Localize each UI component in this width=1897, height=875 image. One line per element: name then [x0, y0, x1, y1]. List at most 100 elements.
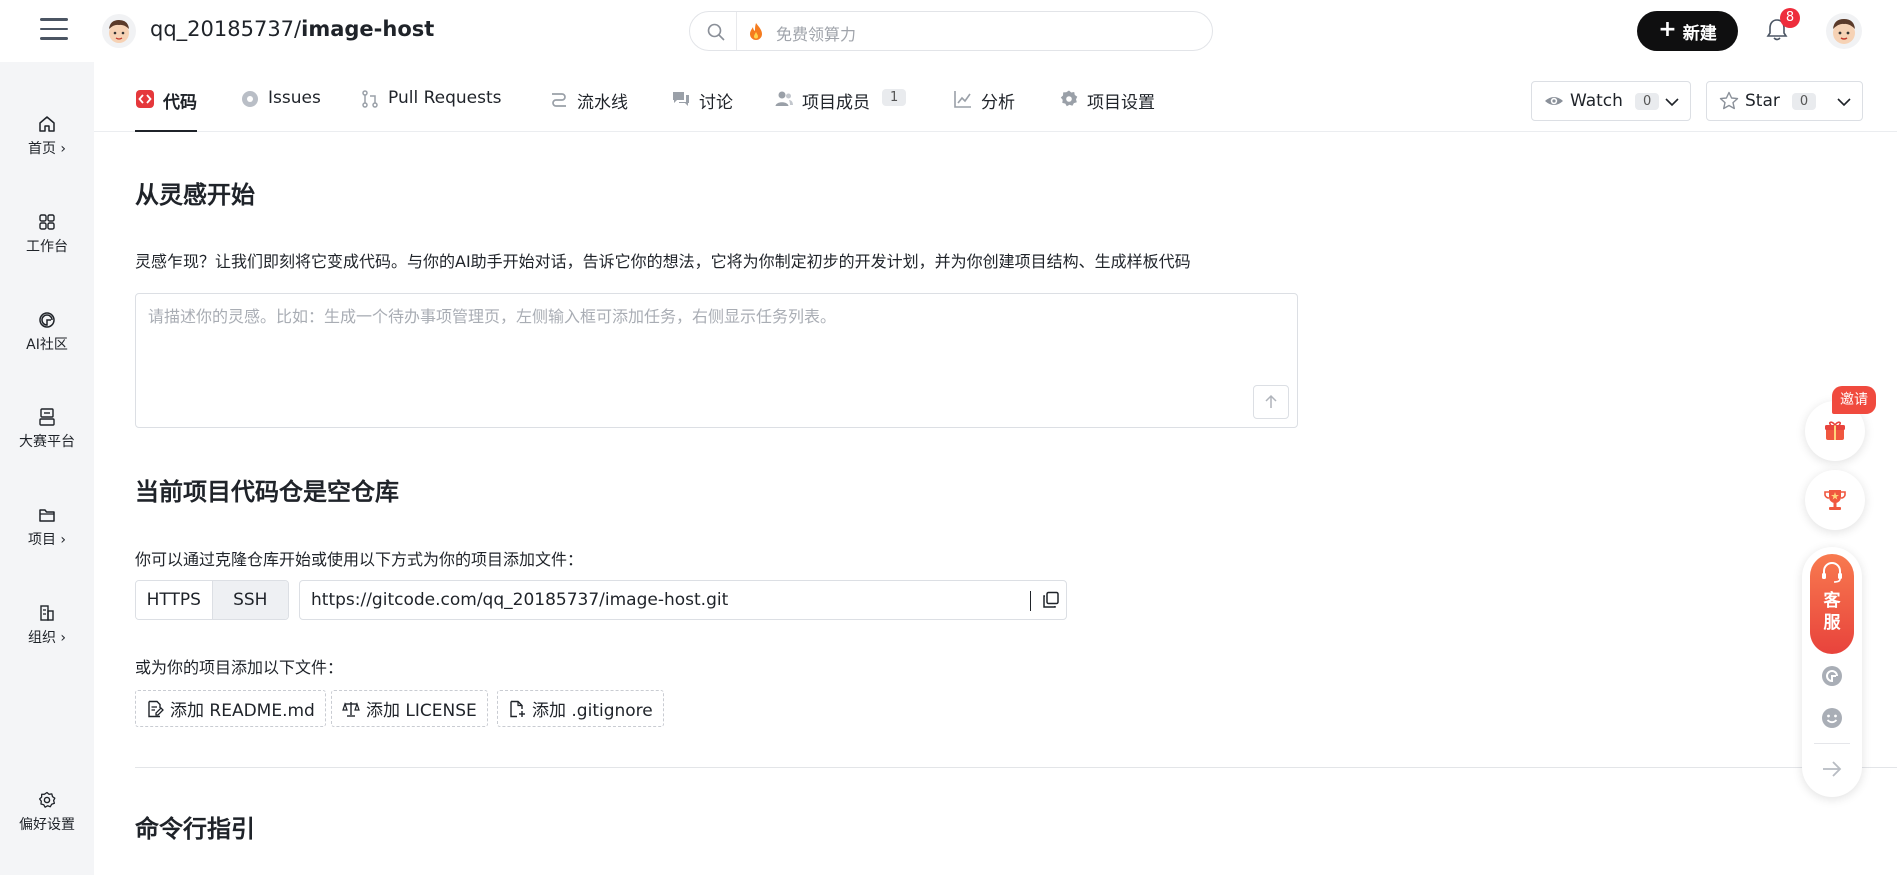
- sidebar-item-label: 偏好设置: [19, 817, 75, 833]
- code-icon: [136, 90, 154, 108]
- tab-label: Issues: [268, 88, 321, 108]
- empty-repo-title: 当前项目代码仓是空仓库: [135, 478, 399, 506]
- sidebar-item-projects[interactable]: 项目 ›: [0, 505, 94, 565]
- tab-code[interactable]: 代码: [135, 88, 197, 132]
- tab-analysis[interactable]: 分析: [953, 88, 1015, 132]
- trophy-button[interactable]: [1805, 470, 1865, 530]
- scale-icon: [342, 701, 360, 717]
- star-count: 0: [1791, 92, 1817, 110]
- tab-discussion[interactable]: 讨论: [671, 88, 733, 132]
- watch-count: 0: [1634, 92, 1660, 110]
- watch-label: Watch: [1570, 91, 1623, 111]
- sidebar-item-label: AI社区: [26, 337, 68, 353]
- customer-service-button[interactable]: 客 服: [1810, 554, 1854, 654]
- clone-url[interactable]: https://gitcode.com/qq_20185737/image-ho…: [311, 590, 728, 610]
- new-button[interactable]: + 新建: [1637, 11, 1738, 51]
- inspiration-description: 灵感乍现？让我们即刻将它变成代码。与你的AI助手开始对话，告诉它你的想法，它将为…: [135, 252, 1191, 271]
- protocol-toggle: HTTPS SSH: [135, 580, 289, 620]
- folder-icon: [39, 509, 55, 522]
- members-icon: [775, 91, 793, 106]
- tab-settings[interactable]: 项目设置: [1059, 88, 1155, 132]
- tab-label: 分析: [981, 93, 1015, 113]
- kefu-line1: 客: [1823, 591, 1841, 611]
- tab-label: 代码: [163, 93, 197, 113]
- add-gitignore-label: 添加 .gitignore: [532, 701, 653, 721]
- sidebar-item-contest[interactable]: 大赛平台: [0, 407, 94, 467]
- cli-title: 命令行指引: [135, 815, 255, 843]
- pr-icon: [362, 90, 378, 108]
- smiley-icon[interactable]: [1820, 706, 1844, 730]
- inspiration-title: 从灵感开始: [135, 181, 255, 209]
- sidebar-item-label: 首页 ›: [27, 141, 67, 157]
- repo-name[interactable]: image-host: [301, 17, 434, 41]
- clone-url-field[interactable]: https://gitcode.com/qq_20185737/image-ho…: [299, 580, 1067, 620]
- clone-instructions: 你可以通过克隆仓库开始或使用以下方式为你的项目添加文件：: [135, 550, 584, 569]
- star-label: Star: [1745, 91, 1780, 111]
- tab-pipeline[interactable]: 流水线: [549, 88, 628, 132]
- sidebar-item-home[interactable]: 首页 ›: [0, 114, 94, 174]
- kefu-line2: 服: [1823, 613, 1841, 633]
- search-placeholder[interactable]: 免费领算力: [776, 21, 856, 45]
- chevron-down-icon[interactable]: [1836, 94, 1852, 110]
- members-count: 1: [882, 89, 907, 106]
- grid-icon: [39, 214, 55, 230]
- tab-label: 项目成员: [802, 93, 870, 113]
- https-tab[interactable]: HTTPS: [136, 581, 212, 619]
- sidebar-item-label: 组织 ›: [27, 630, 67, 646]
- sidebar-item-preferences[interactable]: 偏好设置: [0, 790, 94, 850]
- add-readme-button[interactable]: 添加 README.md: [135, 690, 326, 727]
- issue-icon: [242, 91, 258, 107]
- repo-owner[interactable]: qq_20185737/: [150, 17, 301, 41]
- add-files-text: 或为你的项目添加以下文件：: [135, 658, 344, 677]
- tab-label: 项目设置: [1087, 93, 1155, 113]
- new-button-label: 新建: [1682, 23, 1717, 44]
- inspiration-input[interactable]: 请描述你的灵感。比如：生成一个待办事项管理页，左侧输入框可添加任务，右侧显示任务…: [135, 293, 1298, 428]
- add-gitignore-button[interactable]: 添加 .gitignore: [497, 690, 664, 727]
- plus-icon: +: [1658, 17, 1677, 42]
- notification-badge: 8: [1780, 8, 1800, 28]
- arrow-up-icon: [1265, 394, 1277, 408]
- arrow-right-icon[interactable]: [1820, 757, 1844, 781]
- tab-pull-requests[interactable]: Pull Requests: [360, 88, 502, 132]
- send-button[interactable]: [1253, 385, 1289, 419]
- inspiration-placeholder: 请描述你的灵感。比如：生成一个待办事项管理页，左侧输入框可添加任务，右侧显示任务…: [148, 307, 837, 326]
- text-cursor: [1030, 591, 1031, 611]
- fire-icon: [750, 23, 762, 40]
- top-bar: qq_20185737/image-host 免费领算力 + 新建 8: [0, 0, 1897, 62]
- sidebar-item-ai-community[interactable]: AI社区: [0, 310, 94, 370]
- settings-icon: [1060, 90, 1078, 107]
- copy-icon[interactable]: [1042, 591, 1060, 609]
- sidebar-item-orgs[interactable]: 组织 ›: [0, 603, 94, 663]
- trophy-icon: [1824, 490, 1846, 510]
- invite-tag[interactable]: 邀请: [1832, 386, 1876, 414]
- eye-icon: [1545, 97, 1563, 105]
- search-bar[interactable]: 免费领算力: [689, 11, 1213, 51]
- chevron-down-icon[interactable]: [1664, 94, 1680, 110]
- file-plus-icon: [510, 700, 525, 717]
- ai-assistant-icon[interactable]: [1820, 664, 1844, 688]
- help-panel: 客 服: [1802, 547, 1862, 797]
- watch-button[interactable]: Watch 0: [1531, 81, 1691, 121]
- tab-issues[interactable]: Issues: [240, 88, 321, 132]
- file-edit-icon: [148, 700, 164, 717]
- ai-icon: [39, 312, 55, 328]
- add-readme-label: 添加 README.md: [170, 701, 315, 721]
- home-icon: [39, 116, 55, 132]
- user-avatar[interactable]: [1826, 13, 1862, 49]
- sidebar-item-label: 工作台: [26, 239, 68, 255]
- chart-icon: [954, 91, 971, 108]
- headset-icon: [1822, 562, 1842, 583]
- discussion-icon: [673, 92, 689, 106]
- sidebar-item-workbench[interactable]: 工作台: [0, 212, 94, 272]
- main-content: 代码 Issues Pull Requests 流水线 讨论 项目成员 1 分析: [94, 62, 1897, 875]
- menu-icon[interactable]: [40, 18, 68, 42]
- section-divider: [135, 767, 1897, 768]
- sidebar-item-label: 项目 ›: [27, 532, 67, 548]
- star-button[interactable]: Star 0: [1706, 81, 1863, 121]
- tab-members[interactable]: 项目成员 1: [774, 88, 907, 132]
- ssh-tab[interactable]: SSH: [211, 581, 288, 619]
- repo-path[interactable]: qq_20185737/image-host: [150, 17, 434, 41]
- gear-icon: [38, 791, 56, 808]
- repo-avatar[interactable]: [102, 14, 136, 48]
- add-license-button[interactable]: 添加 LICENSE: [331, 690, 488, 727]
